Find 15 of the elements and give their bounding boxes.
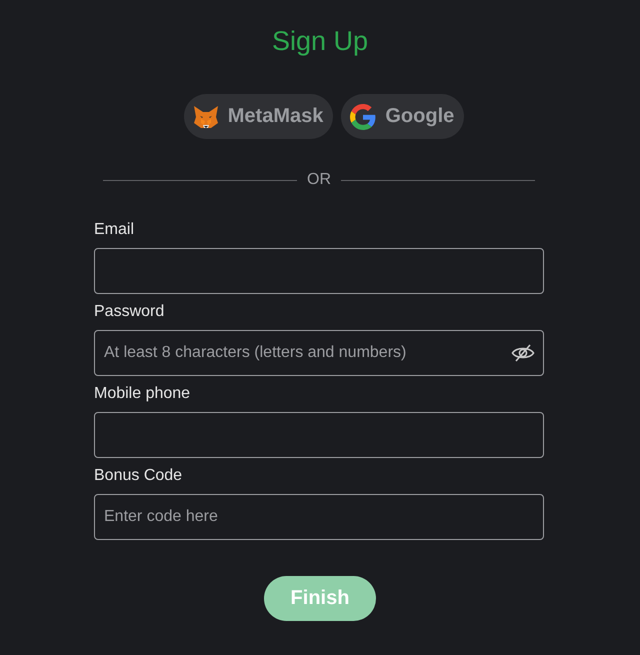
social-login-button[interactable]: MetaMask bbox=[184, 94, 334, 139]
hidden-eye-icon[interactable] bbox=[511, 344, 535, 362]
input-field[interactable]: At least 8 characters (letters and numbers) bbox=[94, 330, 544, 376]
field-label: Bonus Code bbox=[94, 467, 182, 485]
input-field[interactable]: Enter code here bbox=[94, 494, 544, 540]
fox-icon bbox=[192, 104, 219, 128]
input-field[interactable] bbox=[94, 248, 544, 294]
divider-text: OR bbox=[307, 171, 331, 189]
field-label: Mobile phone bbox=[94, 385, 190, 403]
google-g-icon bbox=[350, 104, 376, 130]
field-label: Email bbox=[94, 221, 134, 239]
input-field[interactable] bbox=[94, 412, 544, 458]
social-login-button[interactable]: Google bbox=[341, 94, 464, 139]
field-label: Password bbox=[94, 303, 164, 321]
page-title: Sign Up bbox=[270, 25, 370, 58]
